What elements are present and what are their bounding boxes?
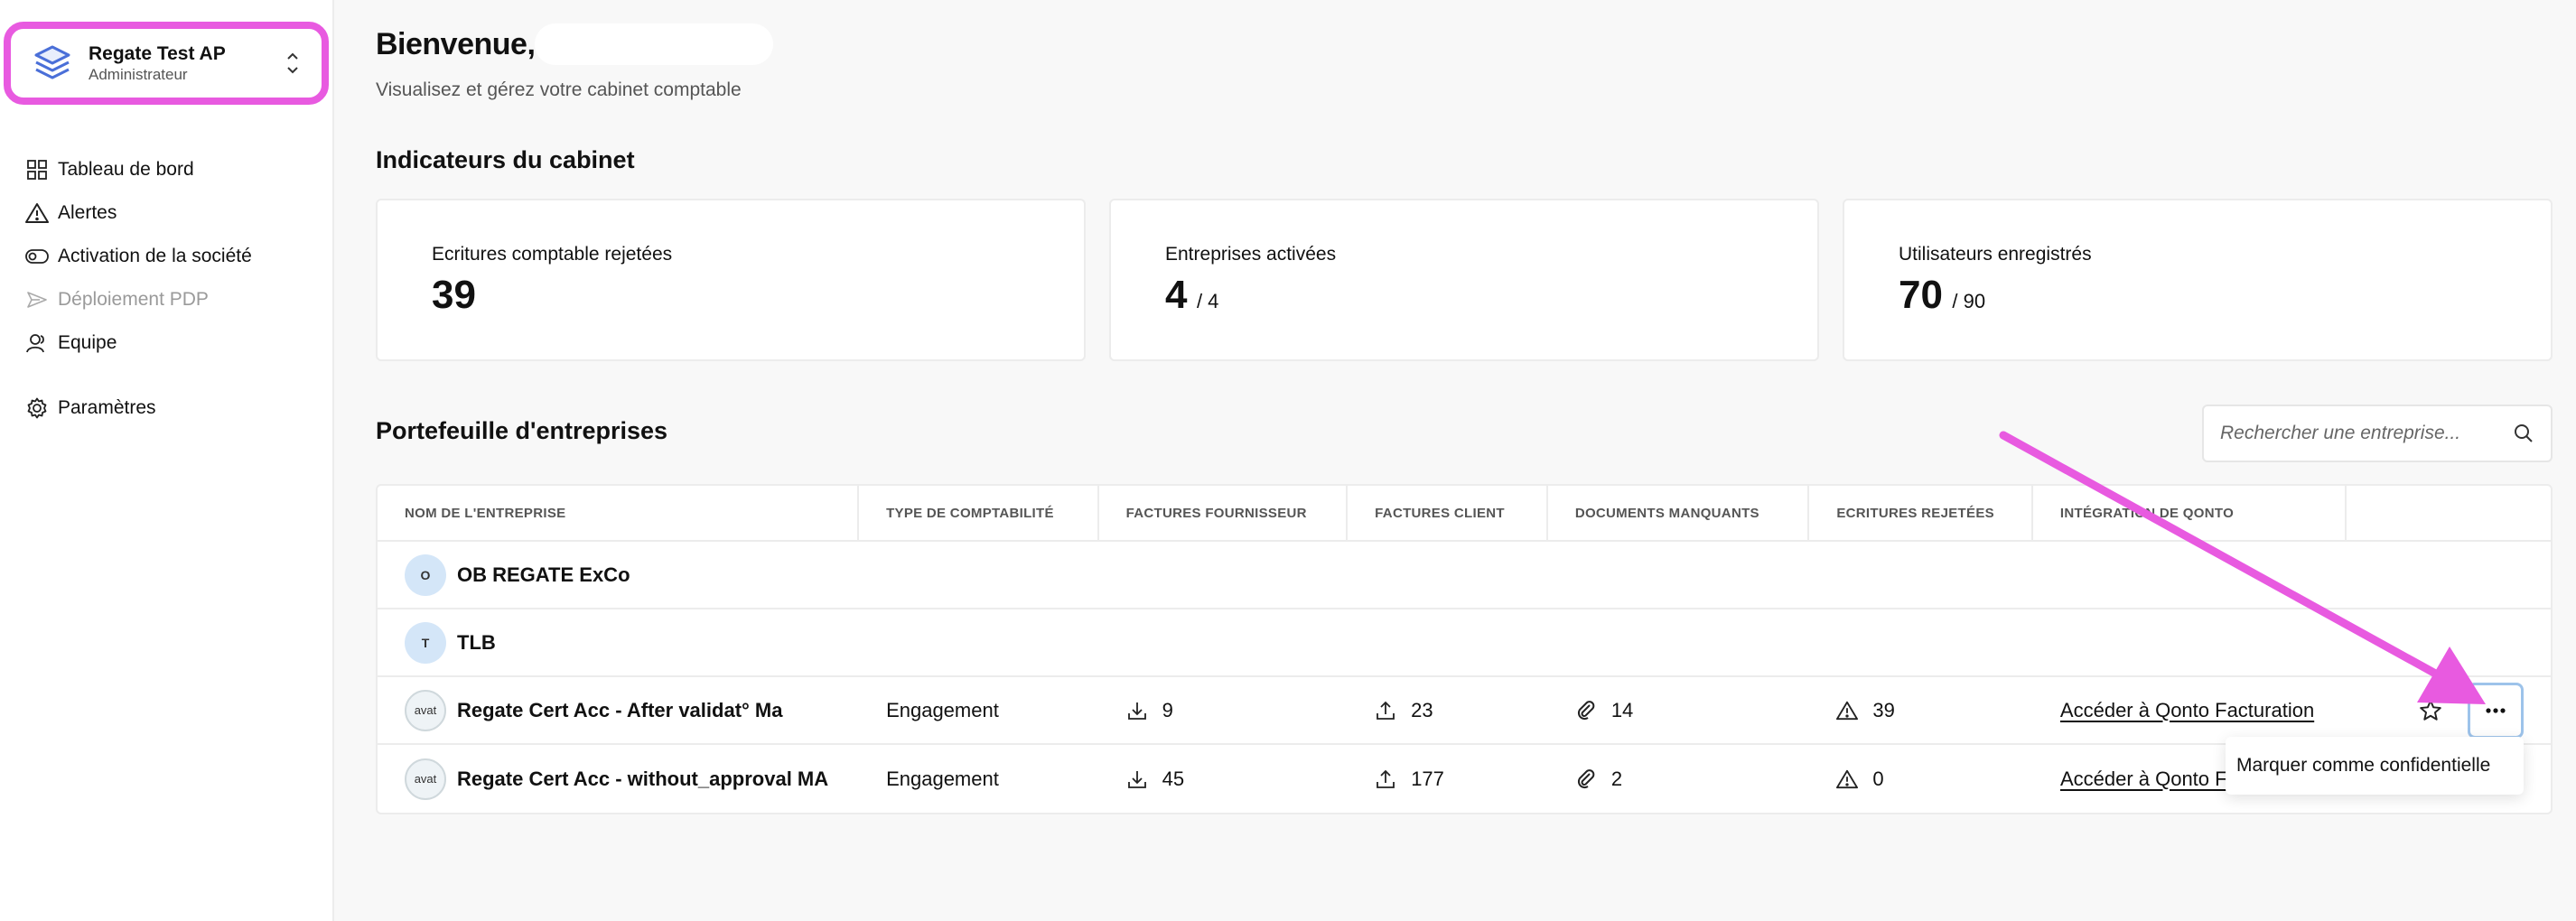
paperclip-icon [1577, 700, 1595, 720]
column-header[interactable]: Documents manquants [1548, 486, 1810, 540]
column-header[interactable]: Intégration de Qonto [2033, 486, 2347, 540]
column-header[interactable]: Factures fournisseur [1099, 486, 1349, 540]
sidebar-item-pdp[interactable]: Déploiement PDP [25, 278, 323, 321]
column-header[interactable]: Nom de l'entreprise [378, 486, 860, 540]
supplier-invoices-count: 45 [1162, 767, 1185, 790]
gear-icon [25, 396, 49, 420]
warning-icon [1836, 769, 1859, 788]
column-header[interactable]: Type de comptabilité [859, 486, 1099, 540]
search-icon[interactable] [2513, 423, 2534, 444]
star-icon[interactable] [2419, 699, 2442, 722]
rejected-entries-count: 0 [1872, 767, 1884, 790]
sidebar-item-team[interactable]: Equipe [25, 321, 323, 365]
sidebar-item-label: Activation de la société [58, 246, 252, 266]
org-name: Regate Test AP [89, 43, 226, 64]
warning-icon [1836, 701, 1859, 720]
column-header[interactable]: Ecritures rejetées [1809, 486, 2033, 540]
accounting-type: Engagement [886, 767, 999, 790]
sidebar-item-label: Déploiement PDP [58, 289, 209, 310]
company-name[interactable]: Regate Cert Acc - After validat° Ma [457, 699, 783, 722]
accounting-type: Engagement [886, 698, 999, 721]
row-actions-menu: Marquer comme confidentielle [2226, 737, 2524, 795]
portfolio-title: Portefeuille d'entreprises [376, 417, 668, 444]
rejected-entries-count: 39 [1872, 698, 1895, 721]
search-input[interactable] [2220, 423, 2513, 444]
org-role: Administrateur [89, 66, 188, 83]
company-name[interactable]: Regate Cert Acc - without_approval MA [457, 768, 828, 791]
qonto-integration-link[interactable]: Accéder à Qonto F [2060, 768, 2227, 791]
supplier-invoices-count: 9 [1162, 698, 1173, 721]
card-total: / 4 [1196, 290, 1219, 312]
toggle-icon [25, 245, 49, 268]
paperclip-icon [1577, 768, 1595, 788]
sidebar-item-dashboard[interactable]: Tableau de bord [25, 148, 323, 191]
client-invoices-count: 23 [1411, 698, 1433, 721]
indicators-title: Indicateurs du cabinet [376, 146, 635, 173]
client-invoices-count: 177 [1411, 767, 1444, 790]
upload-icon [1377, 701, 1395, 720]
menu-item-mark-confidential[interactable]: Marquer comme confidentielle [2236, 755, 2490, 777]
sidebar-item-alerts[interactable]: Alertes [25, 191, 323, 235]
sidebar-item-settings[interactable]: Paramètres [25, 386, 323, 430]
card-total: / 90 [1952, 290, 1986, 312]
warning-icon [25, 201, 49, 225]
card-value: 4 [1165, 273, 1188, 317]
card-value: 70 [1899, 273, 1943, 317]
indicator-card-companies: Entreprises activées 4 / 4 [1109, 199, 1819, 361]
page-title: Bienvenue, [376, 26, 536, 61]
layers-logo-icon [34, 45, 70, 79]
dashboard-icon [25, 158, 49, 181]
avatar: T [405, 621, 446, 664]
avatar: avat [405, 689, 446, 731]
table-row[interactable]: T TLB [378, 609, 2551, 677]
company-search [2202, 405, 2553, 462]
table-row[interactable]: avat Regate Cert Acc - After validat° Ma… [378, 677, 2551, 745]
qonto-integration-link[interactable]: Accéder à Qonto Facturation [2060, 699, 2314, 722]
chevron-up-down-icon [284, 47, 302, 79]
missing-documents-count: 2 [1610, 767, 1623, 790]
user-name-redacted [535, 23, 774, 65]
org-switcher[interactable]: Regate Test AP Administrateur [4, 22, 329, 105]
table-header: Nom de l'entreprise Type de comptabilité… [378, 486, 2551, 542]
download-icon [1127, 770, 1146, 788]
page-subtitle: Visualisez et gérez votre cabinet compta… [376, 79, 742, 100]
card-label: Entreprises activées [1165, 244, 1337, 265]
more-options-button[interactable] [2468, 682, 2525, 739]
card-value: 39 [432, 273, 476, 317]
indicator-cards: Ecritures comptable rejetées 39 Entrepri… [376, 199, 2553, 361]
sidebar-item-label: Alertes [58, 202, 117, 223]
avatar: O [405, 554, 446, 596]
card-label: Utilisateurs enregistrés [1899, 244, 2092, 265]
company-name[interactable]: TLB [457, 631, 496, 655]
download-icon [1127, 702, 1146, 720]
send-icon [25, 288, 49, 312]
avatar: avat [405, 758, 446, 800]
sidebar-item-label: Paramètres [58, 397, 156, 418]
company-name[interactable]: OB REGATE ExCo [457, 563, 630, 587]
ellipsis-icon [2486, 707, 2506, 713]
table-row[interactable]: O OB REGATE ExCo [378, 542, 2551, 609]
upload-icon [1377, 769, 1395, 788]
card-label: Ecritures comptable rejetées [432, 244, 673, 265]
sidebar: Regate Test AP Administrateur Tableau de… [0, 0, 334, 921]
indicator-card-rejected: Ecritures comptable rejetées 39 [376, 199, 1086, 361]
sidebar-item-activation[interactable]: Activation de la société [25, 235, 323, 278]
missing-documents-count: 14 [1610, 698, 1634, 721]
column-header [2347, 486, 2551, 540]
sidebar-item-label: Equipe [58, 332, 117, 353]
column-header[interactable]: Factures client [1348, 486, 1548, 540]
sidebar-nav: Tableau de bord Alertes Activation de la… [25, 148, 323, 430]
sidebar-item-label: Tableau de bord [58, 159, 194, 180]
indicator-card-users: Utilisateurs enregistrés 70 / 90 [1843, 199, 2553, 361]
team-icon [25, 331, 49, 355]
